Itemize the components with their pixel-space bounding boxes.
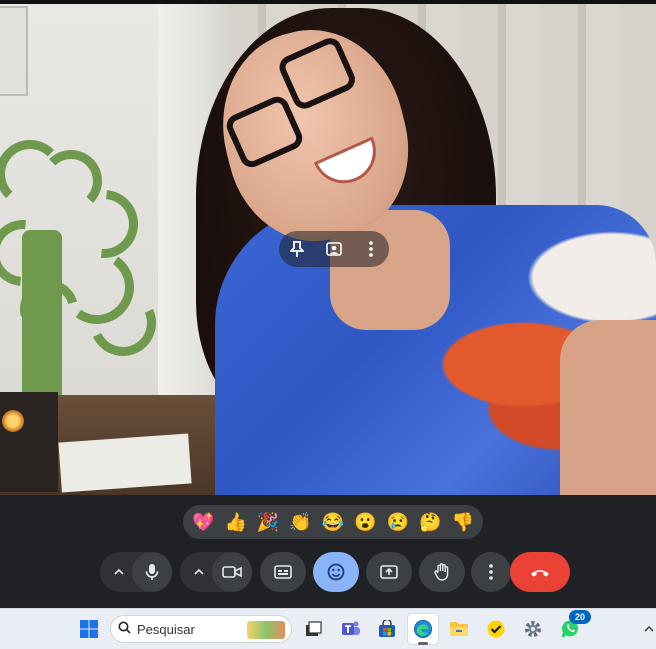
- hand-icon: [434, 563, 449, 581]
- reaction-sparkling-heart[interactable]: 💖: [190, 509, 216, 535]
- more-vert-icon: [489, 564, 493, 580]
- reaction-thinking-face[interactable]: 🤔: [417, 509, 443, 535]
- pin-button[interactable]: [283, 235, 311, 263]
- taskbar-teams[interactable]: [336, 614, 366, 644]
- windows-start-icon: [80, 620, 98, 638]
- mic-icon: [145, 564, 159, 580]
- candle-holder: [0, 392, 58, 492]
- taskbar-tasks-app[interactable]: [481, 614, 511, 644]
- show-hidden-icons-chevron[interactable]: [644, 621, 654, 635]
- active-app-indicator: [418, 642, 428, 645]
- taskbar-search[interactable]: Pesquisar: [110, 615, 292, 643]
- person-arm: [560, 320, 656, 495]
- reaction-party-popper[interactable]: 🎉: [255, 509, 281, 535]
- camera-options-chevron[interactable]: [182, 552, 216, 592]
- reaction-sad-face[interactable]: 😢: [385, 509, 411, 535]
- tile-hover-controls: [279, 231, 389, 267]
- raise-hand-button[interactable]: [419, 552, 465, 592]
- tile-more-button[interactable]: [357, 235, 385, 263]
- gear-icon: [525, 621, 541, 637]
- check-app-icon: [487, 620, 505, 638]
- taskbar-file-explorer[interactable]: [444, 614, 474, 644]
- reaction-thumbs-up[interactable]: 👍: [223, 509, 249, 535]
- present-screen-button[interactable]: [366, 552, 412, 592]
- captions-button[interactable]: [260, 552, 306, 592]
- mic-button[interactable]: [132, 552, 172, 592]
- taskbar-task-view[interactable]: [298, 614, 328, 644]
- candle-flame: [2, 410, 24, 432]
- windows-taskbar: Pesquisar 20: [0, 608, 656, 649]
- reaction-clapping-hands[interactable]: 👏: [288, 509, 314, 535]
- notification-badge: 20: [569, 610, 591, 624]
- store-icon: [379, 620, 395, 637]
- emoji-reaction-button[interactable]: [313, 552, 359, 592]
- taskbar-settings[interactable]: [518, 614, 548, 644]
- mic-options-chevron[interactable]: [102, 552, 136, 592]
- search-highlight-image: [247, 621, 285, 639]
- task-view-icon: [306, 621, 322, 636]
- more-vert-icon: [368, 241, 373, 257]
- camera-button[interactable]: [212, 552, 252, 592]
- frame-person-button[interactable]: [320, 235, 348, 263]
- call-end-icon: [531, 570, 549, 577]
- taskbar-edge[interactable]: [408, 614, 438, 645]
- taskbar-store[interactable]: [372, 614, 402, 644]
- frame-person-icon: [326, 242, 342, 256]
- reaction-thumbs-down[interactable]: 👎: [450, 509, 476, 535]
- search-icon: [111, 621, 137, 637]
- taskbar-whatsapp[interactable]: 20: [555, 610, 591, 644]
- wall-picture-frame: [0, 6, 28, 96]
- more-options-button[interactable]: [471, 552, 511, 592]
- pin-icon: [290, 241, 305, 257]
- reaction-bar: 💖 👍 🎉 👏 😂 😮 😢 🤔 👎: [183, 505, 483, 539]
- taskbar-start[interactable]: [74, 614, 104, 644]
- chevron-up-icon: [114, 569, 124, 575]
- participant-video[interactable]: [0, 0, 656, 495]
- folder-icon: [450, 622, 468, 636]
- papers-on-desk: [58, 433, 192, 493]
- videocam-icon: [222, 566, 242, 578]
- captions-icon: [274, 565, 292, 579]
- chevron-up-icon: [644, 626, 654, 632]
- end-call-button[interactable]: [510, 552, 570, 592]
- chevron-up-icon: [194, 569, 204, 575]
- meeting-controls: [0, 540, 656, 604]
- edge-icon: [414, 620, 432, 638]
- reaction-tears-of-joy[interactable]: 😂: [320, 509, 346, 535]
- emoji-icon: [327, 563, 345, 581]
- present-screen-icon: [380, 565, 398, 579]
- reaction-surprised-face[interactable]: 😮: [352, 509, 378, 535]
- search-placeholder: Pesquisar: [137, 621, 195, 637]
- teams-icon: [342, 621, 360, 635]
